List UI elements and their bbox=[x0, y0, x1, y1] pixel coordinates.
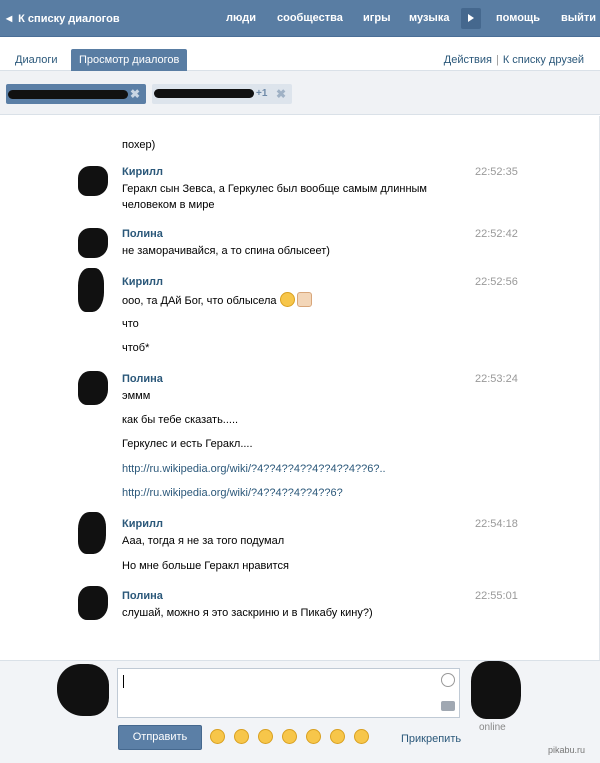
avatar[interactable] bbox=[471, 661, 521, 719]
message-author[interactable]: Полина bbox=[122, 228, 163, 240]
text-caret bbox=[123, 675, 124, 688]
actions-separator: | bbox=[495, 54, 499, 66]
tabs-bar: Диалоги Просмотр диалогов Действия | К спи… bbox=[0, 37, 600, 71]
message-text: что bbox=[122, 318, 139, 330]
nav-link-people[interactable]: люди bbox=[226, 0, 256, 37]
neutral-emoji-icon[interactable] bbox=[306, 729, 322, 744]
dialog-chip-1[interactable]: ✖ bbox=[6, 84, 146, 104]
message-author[interactable]: Полина bbox=[122, 590, 163, 602]
message-input[interactable] bbox=[117, 668, 460, 718]
smile-icon[interactable] bbox=[441, 673, 455, 687]
message-text: Геракл сын Зевса, а Геркулес был вообще … bbox=[122, 183, 427, 195]
message-text: Но мне больше Геракл нравится bbox=[122, 560, 289, 572]
play-icon[interactable] bbox=[461, 8, 481, 29]
close-icon[interactable]: ✖ bbox=[130, 87, 140, 101]
message-text: Геркулес и есть Геракл.... bbox=[122, 438, 253, 450]
nav-link-games[interactable]: игры bbox=[363, 0, 390, 37]
avatar[interactable] bbox=[78, 268, 104, 312]
message-composer: online Отправить Прикрепить bbox=[0, 660, 600, 763]
thumbs-up-icon bbox=[296, 292, 312, 307]
grin-emoji-icon[interactable] bbox=[282, 729, 298, 744]
avatar[interactable] bbox=[78, 166, 108, 196]
chip-plus-count: +1 bbox=[256, 88, 268, 99]
message-text: Ааа, тогда я не за того подумал bbox=[122, 535, 285, 547]
message-text: ооо, та ДАй Бог, что облысела bbox=[122, 295, 277, 307]
redaction-scribble bbox=[8, 90, 128, 99]
message-history[interactable]: похер) Кирилл 22:52:35 Геракл сын Зевса,… bbox=[0, 116, 600, 660]
message-time: 22:52:35 bbox=[475, 166, 518, 178]
message-author[interactable]: Кирилл bbox=[122, 276, 163, 288]
actions-link[interactable]: Действия bbox=[444, 54, 492, 66]
emoji-row bbox=[210, 729, 375, 745]
online-status: online bbox=[479, 722, 506, 733]
nav-link-music[interactable]: музыка bbox=[409, 0, 449, 37]
camera-icon[interactable] bbox=[441, 701, 455, 711]
back-to-dialogs-link[interactable]: ◀ К списку диалогов bbox=[6, 0, 120, 37]
message-time: 22:52:56 bbox=[475, 276, 518, 288]
message-time: 22:53:24 bbox=[475, 373, 518, 385]
message-author[interactable]: Кирилл bbox=[122, 518, 163, 530]
nav-link-help[interactable]: помощь bbox=[496, 0, 540, 37]
message-text: похер) bbox=[122, 139, 156, 151]
avatar[interactable] bbox=[57, 664, 109, 716]
nav-link-communities[interactable]: сообщества bbox=[277, 0, 343, 37]
message-author[interactable]: Кирилл bbox=[122, 166, 163, 178]
nav-link-logout[interactable]: выйти bbox=[561, 0, 596, 37]
dialog-chips-bar: ✖ +1 ✖ bbox=[0, 71, 600, 115]
message-time: 22:54:18 bbox=[475, 518, 518, 530]
message-line: ооо, та ДАй Бог, что облысела bbox=[122, 292, 312, 309]
message-text: слушай, можно я это заскриню и в Пикабу … bbox=[122, 607, 373, 619]
friends-list-link[interactable]: К списку друзей bbox=[503, 54, 584, 66]
chevron-left-icon: ◀ bbox=[6, 14, 13, 23]
avatar[interactable] bbox=[78, 228, 108, 258]
wiki-link[interactable]: http://ru.wikipedia.org/wiki/?4??4??4??4… bbox=[122, 486, 343, 501]
message-text: чтоб* bbox=[122, 342, 150, 354]
message-time: 22:55:01 bbox=[475, 590, 518, 602]
avatar[interactable] bbox=[78, 586, 108, 620]
send-button[interactable]: Отправить bbox=[118, 725, 202, 750]
attach-link[interactable]: Прикрепить bbox=[401, 733, 461, 745]
message-text: как бы тебе сказать..... bbox=[122, 414, 239, 426]
redaction-scribble bbox=[154, 89, 254, 98]
watermark: pikabu.ru bbox=[548, 745, 586, 755]
laughing-emoji-icon bbox=[279, 292, 295, 307]
confounded-emoji-icon[interactable] bbox=[354, 729, 370, 744]
message-time: 22:52:42 bbox=[475, 228, 518, 240]
message-text: человеком в мире bbox=[122, 199, 215, 211]
tongue-emoji-icon[interactable] bbox=[330, 729, 346, 744]
tab-dialogs[interactable]: Диалоги bbox=[15, 49, 58, 71]
tab-view-dialogs[interactable]: Просмотр диалогов bbox=[71, 49, 188, 71]
back-to-dialogs-label: К списку диалогов bbox=[18, 13, 120, 25]
top-nav-bar: ◀ К списку диалогов люди сообщества игры … bbox=[0, 0, 600, 37]
message-text: не заморачивайся, а то спина облысеет) bbox=[122, 245, 330, 257]
message-author[interactable]: Полина bbox=[122, 373, 163, 385]
smile-emoji-icon[interactable] bbox=[210, 729, 225, 744]
dialog-chip-2[interactable]: +1 ✖ bbox=[152, 84, 292, 104]
kiss-emoji-icon[interactable] bbox=[234, 729, 250, 744]
close-icon[interactable]: ✖ bbox=[276, 87, 286, 101]
avatar[interactable] bbox=[78, 371, 108, 405]
message-text: эммм bbox=[122, 390, 151, 402]
wiki-link[interactable]: http://ru.wikipedia.org/wiki/?4??4??4??4… bbox=[122, 462, 386, 477]
cry-emoji-icon[interactable] bbox=[258, 729, 274, 744]
tabs-actions: Действия | К списку друзей bbox=[444, 54, 584, 66]
avatar[interactable] bbox=[78, 512, 106, 554]
